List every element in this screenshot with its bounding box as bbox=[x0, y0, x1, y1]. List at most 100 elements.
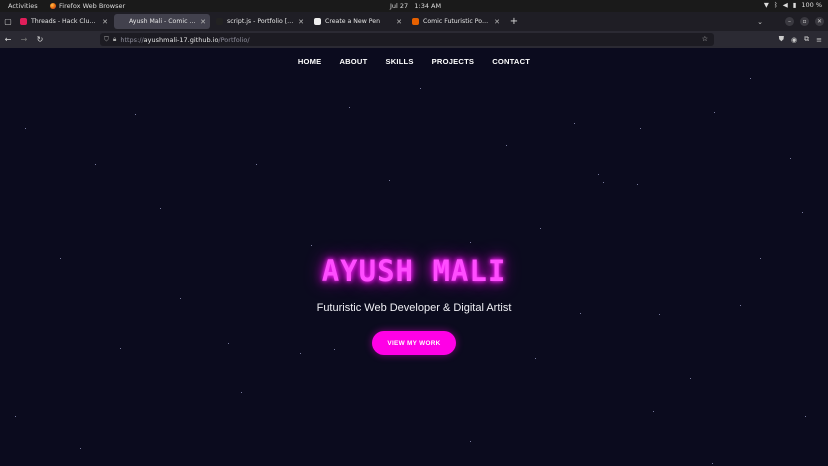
bookmark-star-icon[interactable]: ☆ bbox=[702, 35, 708, 43]
lock-icon[interactable]: 🔒︎ bbox=[113, 35, 116, 44]
star-particle bbox=[25, 128, 27, 130]
browser-tab[interactable]: Comic Futuristic Portfolio ✕ bbox=[408, 14, 504, 29]
url-bar[interactable]: ⛉ 🔒︎ https://ayushmali-17.github.io/Port… bbox=[100, 33, 714, 46]
firefox-icon bbox=[50, 3, 56, 9]
star-particle bbox=[714, 112, 716, 114]
star-particle bbox=[637, 184, 639, 186]
star-particle bbox=[15, 416, 17, 418]
battery-level: 100 % bbox=[801, 1, 822, 9]
star-particle bbox=[574, 123, 576, 125]
star-particle bbox=[805, 416, 807, 418]
tab-favicon-icon bbox=[216, 18, 223, 25]
star-particle bbox=[712, 463, 714, 465]
wifi-icon: ▼ bbox=[763, 1, 769, 9]
star-particle bbox=[95, 164, 97, 166]
time: 1:34 AM bbox=[414, 2, 442, 10]
app-name: Firefox Web Browser bbox=[59, 2, 126, 10]
hero-title: AYUSH MALI bbox=[321, 254, 507, 288]
bluetooth-icon: ᛒ bbox=[773, 1, 778, 9]
tab-strip: ▢ Threads - Hack Club - Slack✕Ayush Mali… bbox=[0, 12, 828, 31]
star-particle bbox=[256, 164, 258, 166]
nav-link-about[interactable]: ABOUT bbox=[339, 57, 367, 66]
star-particle bbox=[653, 411, 655, 413]
volume-icon: ◀ bbox=[782, 1, 788, 9]
star-particle bbox=[311, 245, 313, 247]
maximize-button[interactable]: ▫ bbox=[800, 17, 809, 26]
nav-link-contact[interactable]: CONTACT bbox=[492, 57, 530, 66]
star-particle bbox=[540, 228, 542, 230]
firefox-view-icon[interactable]: ▢ bbox=[0, 12, 16, 31]
browser-tab[interactable]: Ayush Mali - Comic Futuristic✕ bbox=[114, 14, 210, 29]
star-particle bbox=[241, 392, 243, 394]
star-particle bbox=[640, 128, 642, 130]
window-controls: ⌄ – ▫ ✕ bbox=[757, 12, 824, 31]
star-particle bbox=[120, 348, 122, 350]
nav-link-skills[interactable]: SKILLS bbox=[385, 57, 413, 66]
star-particle bbox=[690, 378, 692, 380]
browser-tab[interactable]: script.js - Portfolio [Codespace] ✕ bbox=[212, 14, 308, 29]
star-particle bbox=[790, 158, 792, 160]
tab-favicon-icon bbox=[412, 18, 419, 25]
tab-list: Threads - Hack Club - Slack✕Ayush Mali -… bbox=[16, 14, 506, 29]
battery-icon: ▮ bbox=[792, 1, 797, 9]
list-all-tabs-icon[interactable]: ⌄ bbox=[757, 18, 763, 26]
clock[interactable]: Jul 27 1:34 AM bbox=[390, 2, 441, 10]
star-particle bbox=[470, 242, 472, 244]
star-particle bbox=[180, 298, 182, 300]
star-particle bbox=[135, 114, 137, 116]
star-particle bbox=[598, 174, 600, 176]
browser-tab[interactable]: Threads - Hack Club - Slack ✕ bbox=[16, 14, 112, 29]
tab-favicon-icon bbox=[118, 18, 125, 25]
hero-subtitle: Futuristic Web Developer & Digital Artis… bbox=[316, 302, 512, 314]
app-menu[interactable]: Firefox Web Browser bbox=[50, 2, 125, 10]
star-particle bbox=[659, 314, 661, 316]
new-tab-button[interactable]: + bbox=[508, 16, 520, 27]
date: Jul 27 bbox=[390, 2, 409, 10]
star-particle bbox=[349, 107, 351, 109]
star-particle bbox=[535, 358, 537, 360]
tab-title: Create a New Pen bbox=[325, 18, 380, 25]
browser-tab[interactable]: Create a New Pen ✕ bbox=[310, 14, 406, 29]
tab-title: Ayush Mali - Comic Futuristic bbox=[129, 18, 197, 25]
pocket-icon[interactable]: ⛊ bbox=[779, 35, 784, 44]
tab-title: script.js - Portfolio [Codespace] bbox=[227, 18, 294, 25]
star-particle bbox=[603, 182, 605, 184]
minimize-button[interactable]: – bbox=[785, 17, 794, 26]
star-particle bbox=[160, 208, 162, 210]
star-particle bbox=[750, 78, 752, 80]
back-button[interactable]: ← bbox=[0, 31, 16, 48]
tab-title: Threads - Hack Club - Slack bbox=[31, 18, 98, 25]
nav-link-home[interactable]: HOME bbox=[298, 57, 322, 66]
close-tab-icon[interactable]: ✕ bbox=[494, 18, 500, 26]
tab-favicon-icon bbox=[314, 18, 321, 25]
close-tab-icon[interactable]: ✕ bbox=[298, 18, 304, 26]
star-particle bbox=[420, 88, 422, 90]
close-tab-icon[interactable]: ✕ bbox=[396, 18, 402, 26]
extensions-icon[interactable]: ⧉ bbox=[804, 35, 809, 44]
site-nav: HOME ABOUT SKILLS PROJECTS CONTACT bbox=[0, 57, 828, 66]
star-particle bbox=[334, 349, 336, 351]
forward-button[interactable]: → bbox=[16, 31, 32, 48]
tracking-shield-icon[interactable]: ⛉ bbox=[104, 35, 109, 44]
close-window-button[interactable]: ✕ bbox=[815, 17, 824, 26]
tab-title: Comic Futuristic Portfolio bbox=[423, 18, 490, 25]
menu-icon[interactable]: ≡ bbox=[816, 36, 822, 44]
star-particle bbox=[80, 448, 82, 450]
nav-link-projects[interactable]: PROJECTS bbox=[432, 57, 475, 66]
close-tab-icon[interactable]: ✕ bbox=[200, 18, 206, 26]
reload-button[interactable]: ↻ bbox=[32, 31, 48, 48]
system-top-bar: Activities Firefox Web Browser Jul 27 1:… bbox=[0, 0, 828, 12]
star-particle bbox=[228, 343, 230, 345]
account-icon[interactable]: ◉ bbox=[791, 36, 797, 44]
star-particle bbox=[300, 353, 302, 355]
star-particle bbox=[802, 212, 804, 214]
star-particle bbox=[470, 441, 472, 443]
close-tab-icon[interactable]: ✕ bbox=[102, 18, 108, 26]
view-my-work-button[interactable]: VIEW MY WORK bbox=[372, 331, 456, 355]
star-particle bbox=[389, 180, 391, 182]
web-page: HOME ABOUT SKILLS PROJECTS CONTACT AYUSH MAL… bbox=[0, 48, 828, 466]
toolbar-tools: ⛊ ◉ ⧉ ≡ bbox=[779, 31, 822, 48]
system-tray[interactable]: ▼ ᛒ ◀ ▮ 100 % bbox=[764, 1, 822, 9]
star-particle bbox=[506, 145, 508, 147]
activities-button[interactable]: Activities bbox=[8, 2, 38, 10]
